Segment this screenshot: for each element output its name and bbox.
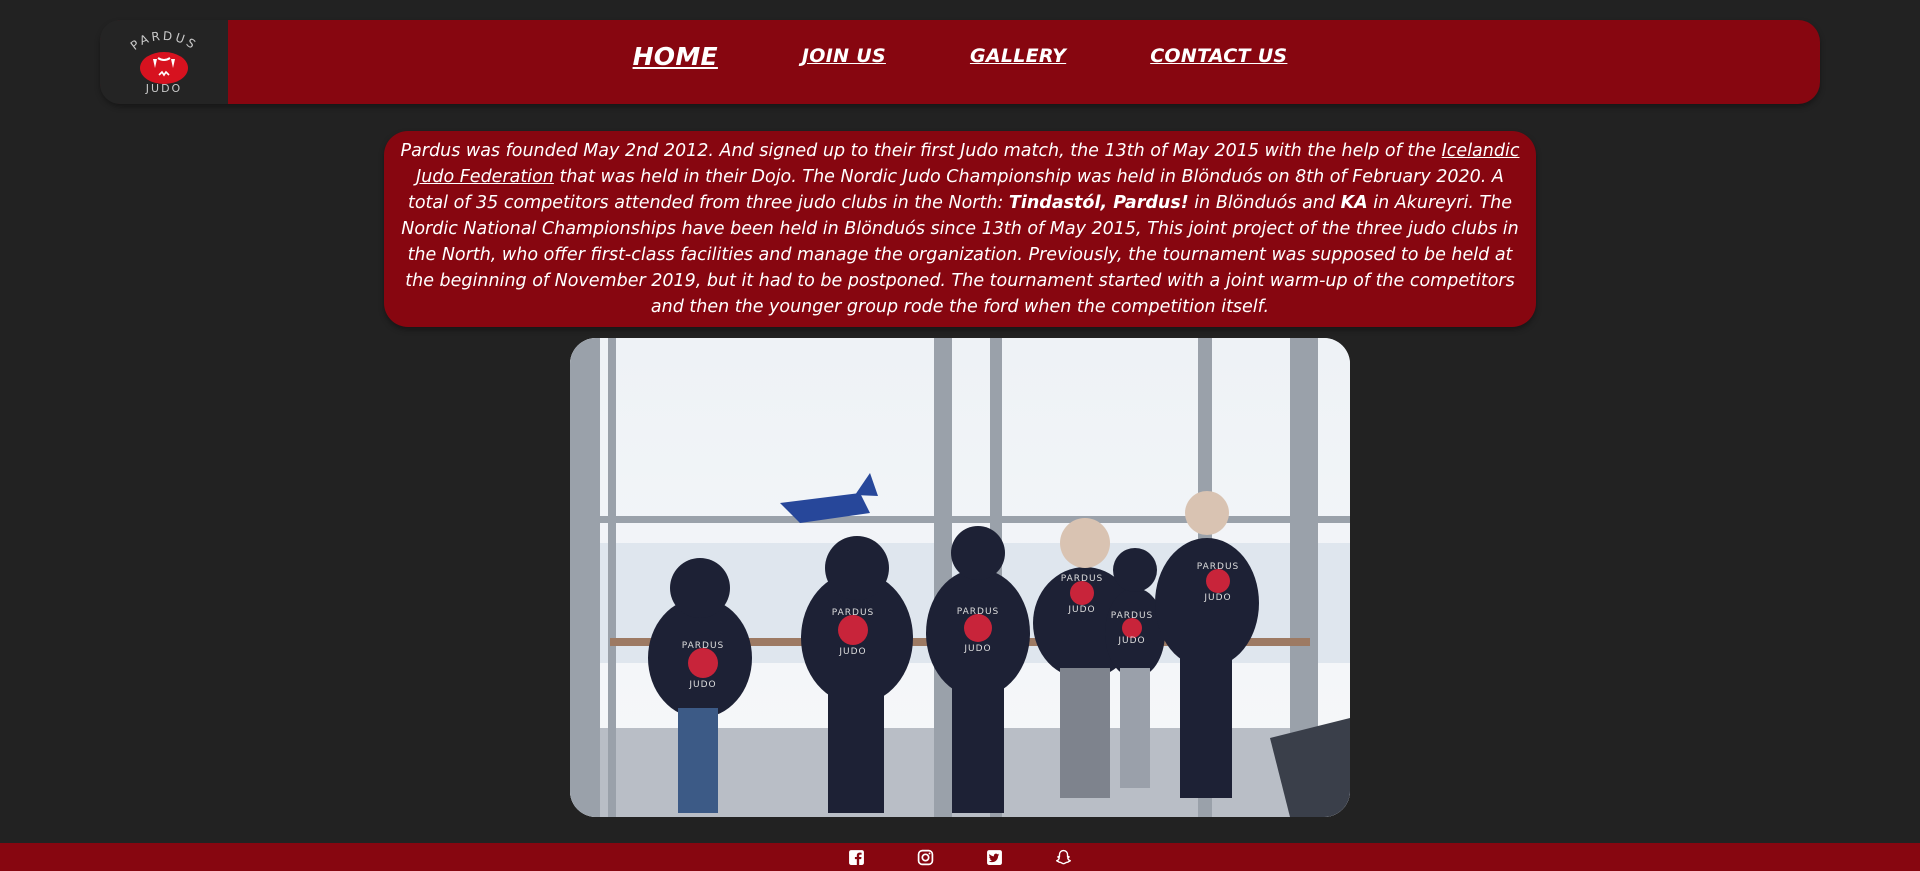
twitter-icon[interactable] — [986, 849, 1003, 866]
about-text-part-3: in Blönduós and — [1188, 193, 1341, 213]
facebook-icon[interactable] — [848, 849, 865, 866]
about-text-part-1: Pardus was founded May 2nd 2012. And sig… — [400, 141, 1442, 161]
top-navbar: PARDUS JUDO HOME JOIN US GALLERY CONTACT… — [100, 20, 1820, 104]
svg-text:JUDO: JUDO — [1067, 605, 1095, 615]
nav-home-link[interactable]: HOME — [633, 42, 718, 71]
svg-text:JUDO: JUDO — [963, 644, 991, 654]
nav-contact-us-link[interactable]: CONTACT US — [1150, 45, 1287, 67]
main-nav: HOME JOIN US GALLERY CONTACT US — [100, 20, 1820, 92]
footer-bar — [0, 843, 1920, 871]
svg-text:JUDO: JUDO — [688, 680, 716, 690]
kids-at-window-photo: PARDUS JUDO PARDUS JUDO PARDUS JUDO PARDUS J… — [570, 338, 1350, 817]
club-ka: KA — [1340, 193, 1368, 213]
club-tindastol: Tindastól — [1008, 193, 1101, 213]
svg-text:PARDUS: PARDUS — [957, 607, 1000, 617]
club-pardus: Pardus! — [1113, 193, 1189, 213]
instagram-icon[interactable] — [917, 849, 934, 866]
svg-text:JUDO: JUDO — [1117, 636, 1145, 646]
snapchat-icon[interactable] — [1055, 849, 1072, 866]
svg-text:PARDUS: PARDUS — [1111, 611, 1154, 621]
about-text-box: Pardus was founded May 2nd 2012. And sig… — [384, 131, 1536, 327]
nav-gallery-link[interactable]: GALLERY — [970, 45, 1066, 67]
club-separator: , — [1100, 193, 1114, 213]
svg-text:PARDUS: PARDUS — [1197, 562, 1240, 572]
svg-text:JUDO: JUDO — [838, 647, 866, 657]
svg-text:JUDO: JUDO — [1203, 593, 1231, 603]
nav-join-us-link[interactable]: JOIN US — [802, 45, 886, 67]
team-photo: PARDUS JUDO PARDUS JUDO PARDUS JUDO PARDUS J… — [570, 338, 1350, 817]
svg-text:PARDUS: PARDUS — [1061, 574, 1104, 584]
svg-text:PARDUS: PARDUS — [682, 641, 725, 651]
svg-text:PARDUS: PARDUS — [832, 608, 875, 618]
